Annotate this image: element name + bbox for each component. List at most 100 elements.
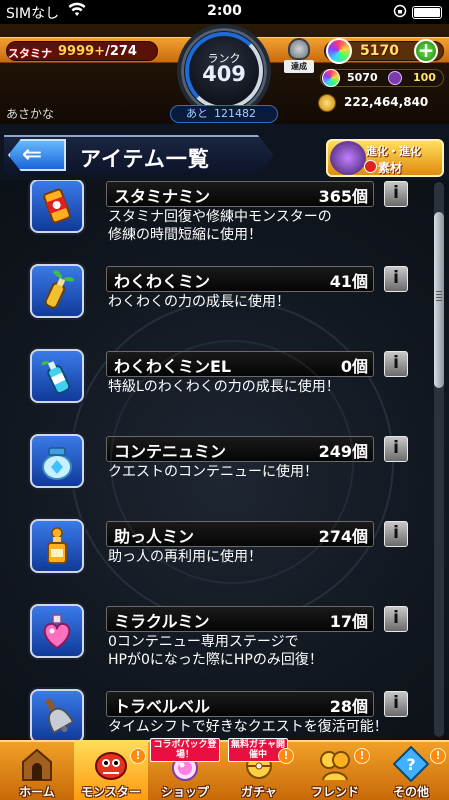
item-count: 249個 (318, 442, 368, 461)
continue-jar-icon (42, 447, 72, 480)
next-label: あと (186, 107, 208, 120)
heart-potion-icon (43, 614, 71, 650)
item-list[interactable]: スタミナミン 365個 i スタミナ回復や修練中モンスターの 修練の時間短縮に使… (0, 180, 449, 740)
item-icon-box (30, 434, 84, 488)
info-icon: i (393, 438, 399, 458)
info-button[interactable]: i (384, 606, 408, 632)
notification-badge: ! (354, 748, 370, 764)
status-bar: SIMなし 2:00 (0, 0, 449, 24)
info-icon: i (393, 183, 399, 203)
travel-bell-icon (44, 698, 75, 735)
next-rank-exp: あと 121482 (170, 105, 278, 123)
next-value: 121482 (214, 107, 256, 120)
info-icon: i (393, 693, 399, 713)
buy-orbs-button[interactable]: + (414, 39, 438, 63)
nav-label: その他 (392, 785, 429, 799)
nav-home[interactable]: ホーム (0, 740, 74, 800)
nav-label: ホーム (19, 785, 55, 799)
info-icon: i (393, 523, 399, 543)
item-count: 41個 (329, 272, 368, 291)
nav-other[interactable]: ? その他 ! (374, 740, 448, 800)
item-description: クエストのコンテニューに使用！ (108, 464, 318, 480)
item-description: 0コンテニュー専用ステージで HPが0になった際にHPのみ回復！ (108, 634, 323, 668)
stamina-value: 9999+/274 (58, 44, 137, 59)
nav-label: ガチャ (241, 785, 277, 799)
orb-value: 5170 (360, 43, 399, 59)
info-button[interactable]: i (384, 436, 408, 462)
home-icon (19, 746, 55, 782)
ticket-value: 100 (413, 71, 436, 84)
evolve-monster-icon (330, 141, 366, 175)
other-icon: ? (392, 745, 430, 783)
item-name: 助っ人ミン (114, 527, 195, 546)
item-name: トラベルベル (114, 697, 211, 716)
nav-label: モンスター (81, 785, 141, 799)
notification-badge: ! (278, 748, 294, 764)
username: あさかな (6, 107, 55, 121)
achievement-button[interactable]: 達成 (284, 38, 314, 78)
list-item[interactable]: トラベルベル 28個 i タイムシフトで好きなクエストを復活可能！ (0, 689, 420, 740)
scrollbar-thumb[interactable] (434, 212, 444, 388)
info-button[interactable]: i (384, 266, 408, 292)
item-description: わくわくの力の成長に使用！ (108, 294, 290, 310)
monster-icon (93, 746, 129, 782)
clock: 2:00 (207, 3, 242, 19)
nav-friend[interactable]: フレンド ! (298, 740, 372, 800)
list-item[interactable]: 助っ人ミン 274個 i 助っ人の再利用に使用！ (0, 519, 420, 601)
list-item[interactable]: コンテニュミン 249個 i クエストのコンテニューに使用！ (0, 434, 420, 516)
notification-badge: ! (130, 748, 146, 764)
gold-coin-icon (318, 94, 336, 112)
item-name: ミラクルミン (114, 612, 210, 631)
info-button[interactable]: i (384, 351, 408, 377)
item-count: 274個 (318, 527, 368, 546)
item-icon-box (30, 519, 84, 573)
item-icon-box (30, 689, 84, 740)
list-item[interactable]: スタミナミン 365個 i スタミナ回復や修練中モンスターの 修練の時間短縮に使… (0, 180, 420, 261)
orb-icon (326, 38, 352, 64)
stamina-label: スタミナ (8, 47, 52, 60)
nav-shop[interactable]: コラボパック登場！ ショップ (148, 738, 222, 800)
list-item[interactable]: わくわくミン 41個 i わくわくの力の成長に使用！ (0, 264, 420, 346)
rank-value: 409 (202, 62, 246, 86)
sprout-bottle-icon (44, 270, 74, 309)
stamina-can-icon (43, 188, 71, 224)
item-name: わくわくミン (114, 272, 211, 291)
nav-gacha[interactable]: 無料ガチャ開催中 ガチャ ! (222, 738, 296, 800)
page-title: アイテム一覧 (80, 147, 210, 171)
info-button[interactable]: i (384, 691, 408, 717)
info-icon: i (393, 608, 399, 628)
battery-icon (412, 6, 442, 19)
info-icon: i (393, 353, 399, 373)
info-icon: i (393, 268, 399, 288)
list-item[interactable]: わくわくミンEL 0個 i 特級Lのわくわくの力の成長に使用！ (0, 349, 420, 431)
item-description: 特級Lのわくわくの力の成長に使用！ (108, 379, 340, 395)
item-icon-box (30, 180, 84, 233)
item-description: スタミナ回復や修練中モンスターの 修練の時間短縮に使用！ (108, 209, 332, 243)
item-count: 28個 (329, 697, 368, 716)
rainbow-orb-icon (322, 69, 340, 87)
notification-badge: ! (430, 748, 446, 764)
stamina-current: 9999+ (58, 44, 106, 59)
item-description: タイムシフトで好きなクエストを復活可能！ (108, 719, 388, 735)
item-name: コンテニュミン (114, 442, 227, 461)
info-button[interactable]: i (384, 181, 408, 207)
item-name: スタミナミン (114, 187, 211, 206)
evolve-button-label: 進化・進化 (366, 145, 421, 158)
trophy-icon (288, 38, 310, 60)
el-bottle-icon (41, 360, 71, 395)
nav-label: ショップ (160, 785, 209, 799)
nav-monster[interactable]: モンスター ! (74, 740, 148, 800)
item-icon-box (30, 349, 84, 403)
svg-text:?: ? (406, 755, 415, 774)
info-button[interactable]: i (384, 521, 408, 547)
item-count: 365個 (318, 187, 368, 206)
gold-value: 222,464,840 (344, 95, 429, 109)
friend-icon (317, 746, 353, 782)
item-icon-box (30, 264, 84, 318)
list-item[interactable]: ミラクルミン 17個 i 0コンテニュー専用ステージで HPが0になった際にHP… (0, 604, 420, 686)
ticket-icon (388, 71, 402, 85)
orientation-lock-icon (393, 4, 407, 22)
back-arrow-icon[interactable]: ⇐ (22, 139, 42, 169)
item-count: 0個 (340, 357, 368, 376)
item-description: 助っ人の再利用に使用！ (108, 549, 262, 565)
